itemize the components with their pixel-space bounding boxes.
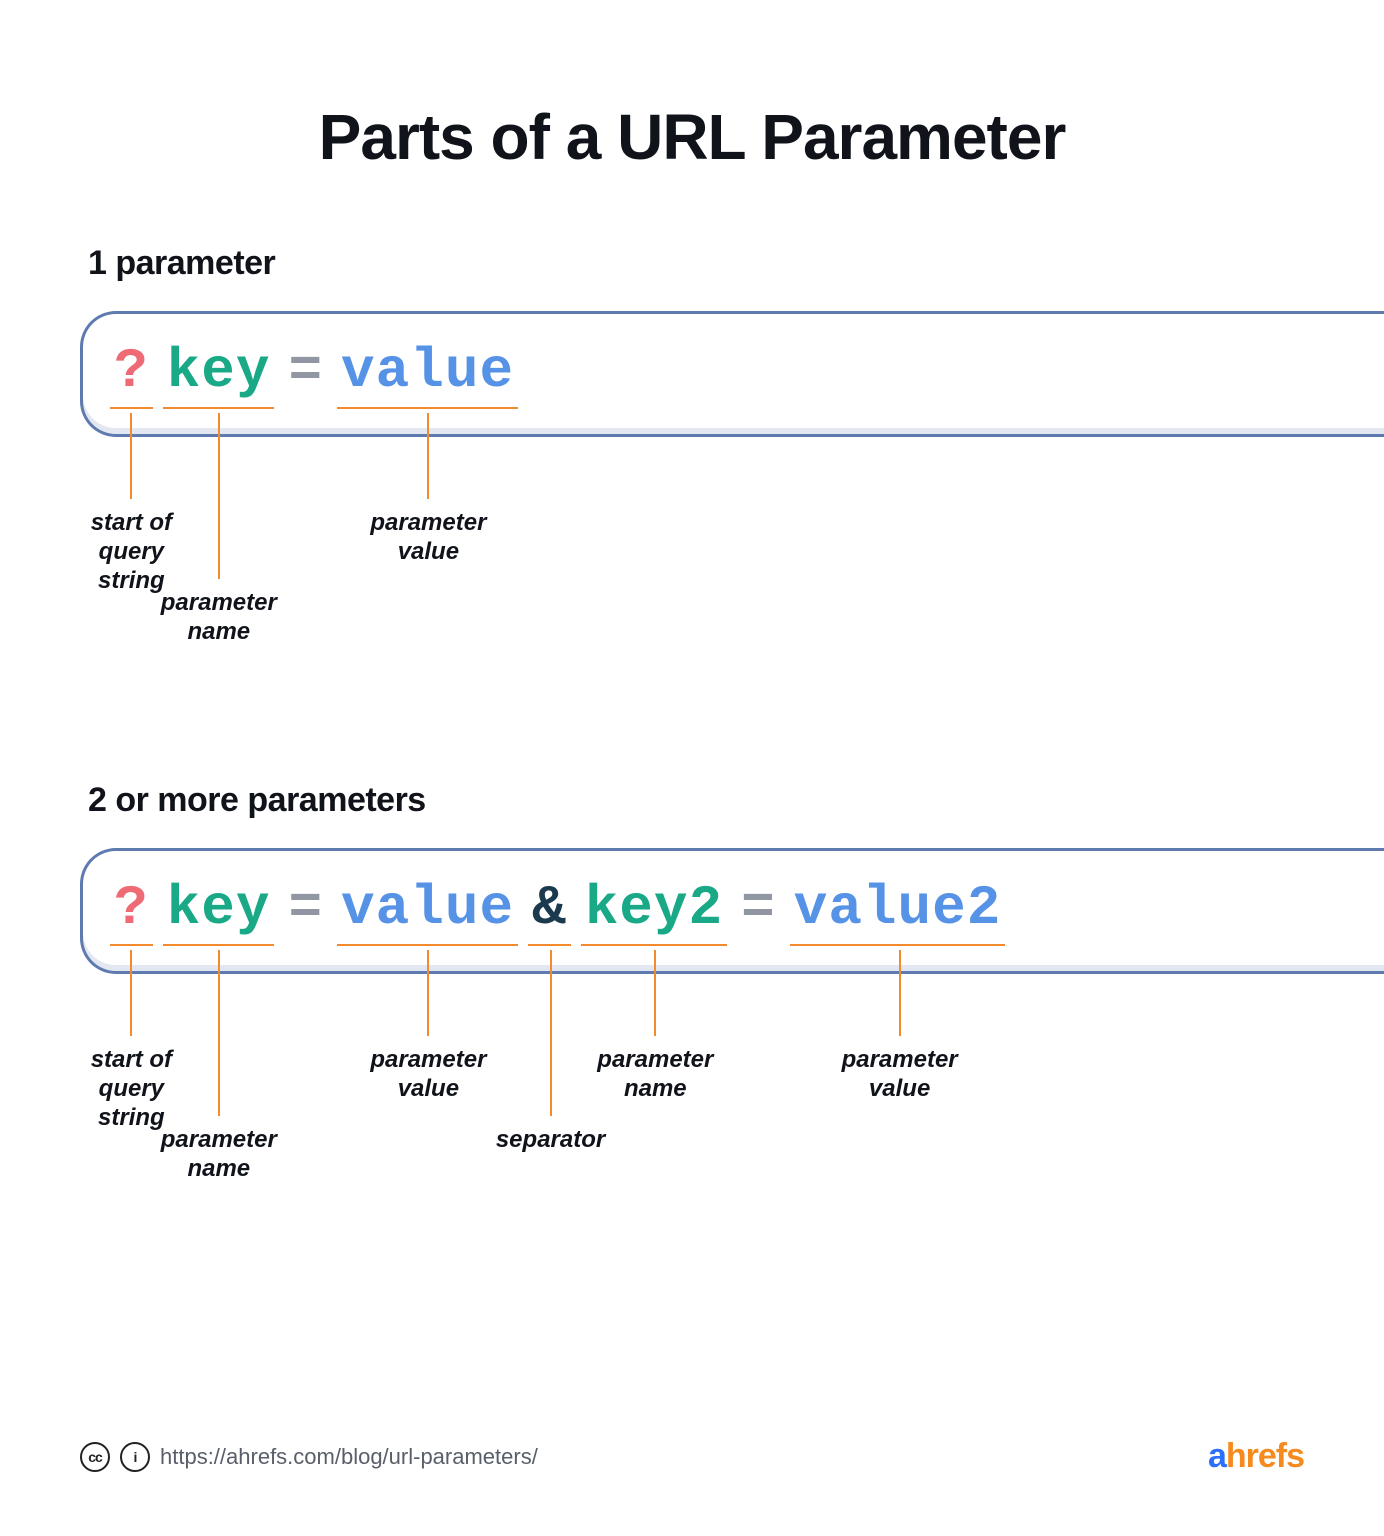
callout-label: parameter value — [370, 509, 486, 567]
callout-line — [130, 413, 132, 499]
callout-label: start of query string — [91, 1046, 172, 1132]
callout-label: parameter name — [597, 1046, 713, 1104]
token-question: ? — [114, 339, 149, 403]
cc-icon: cc — [80, 1442, 110, 1472]
token-key: key — [167, 339, 271, 403]
callout-label: parameter value — [370, 1046, 486, 1104]
token-value2: value2 — [794, 876, 1002, 940]
token-question: ? — [114, 876, 149, 940]
callout-line — [130, 950, 132, 1036]
token-value: value — [341, 876, 514, 940]
token-value: value — [341, 339, 514, 403]
callout-label: parameter value — [842, 1046, 958, 1104]
callout-label: start of query string — [91, 509, 172, 595]
callout-label: parameter name — [161, 589, 277, 647]
section-1-label: 1 parameter — [88, 244, 1304, 283]
page-title: Parts of a URL Parameter — [80, 100, 1304, 174]
source-url: https://ahrefs.com/blog/url-parameters/ — [160, 1444, 538, 1470]
callout-line — [550, 950, 552, 1116]
callout-label: separator — [496, 1126, 605, 1155]
diagram-single: ? key = value start of query stringparam… — [80, 311, 1304, 741]
token-equals2: = — [741, 876, 776, 940]
diagram-multi: ? key = value & key2 = value2 start of q… — [80, 848, 1304, 1278]
callout-line — [218, 413, 220, 579]
callout-line — [218, 950, 220, 1116]
callout-line — [654, 950, 656, 1036]
callout-line — [899, 950, 901, 1036]
token-ampersand: & — [532, 876, 567, 940]
callout-line — [427, 413, 429, 499]
by-icon: i — [120, 1442, 150, 1472]
token-equals: = — [288, 876, 323, 940]
ahrefs-logo: ahrefs — [1208, 1437, 1304, 1476]
token-key2: key2 — [585, 876, 723, 940]
token-equals: = — [288, 339, 323, 403]
callout-label: parameter name — [161, 1126, 277, 1184]
footer-left: cc i https://ahrefs.com/blog/url-paramet… — [80, 1442, 538, 1472]
token-key: key — [167, 876, 271, 940]
footer: cc i https://ahrefs.com/blog/url-paramet… — [80, 1437, 1304, 1476]
section-2-label: 2 or more parameters — [88, 781, 1304, 820]
token-row: ? key = value — [114, 311, 514, 431]
token-row: ? key = value & key2 = value2 — [114, 848, 1001, 968]
callout-line — [427, 950, 429, 1036]
